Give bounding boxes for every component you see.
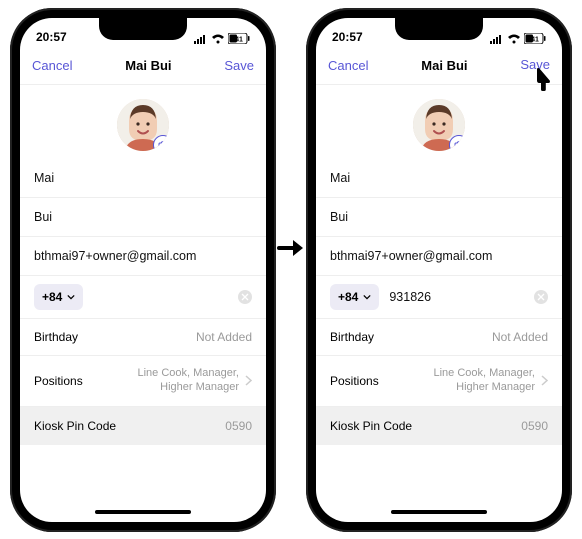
arrow-right-icon [276, 233, 306, 263]
phone-left: 20:57 41 Cancel Mai Bui Save [10, 8, 276, 532]
cancel-button[interactable]: Cancel [328, 58, 368, 73]
page-title: Mai Bui [421, 58, 467, 73]
positions-value: Line Cook, Manager, Higher Manager [405, 367, 535, 395]
first-name-field[interactable]: Mai [20, 159, 266, 198]
status-time: 20:57 [36, 30, 67, 44]
dial-code-picker[interactable]: +84 [330, 284, 379, 310]
birthday-value: Not Added [196, 330, 252, 344]
wifi-icon [507, 34, 521, 44]
phone-row: +84 [20, 276, 266, 319]
battery-icon: 41 [524, 33, 546, 44]
clear-icon[interactable] [238, 290, 252, 304]
chevron-down-icon [67, 293, 75, 301]
notch [99, 18, 187, 40]
kiosk-label: Kiosk Pin Code [330, 419, 412, 433]
kiosk-value: 0590 [521, 419, 548, 433]
positions-label: Positions [34, 374, 83, 388]
chevron-right-icon [245, 375, 252, 386]
chevron-down-icon [363, 293, 371, 301]
kiosk-value: 0590 [225, 419, 252, 433]
birthday-value: Not Added [492, 330, 548, 344]
birthday-row[interactable]: Birthday Not Added [20, 319, 266, 356]
dial-code-value: +84 [42, 290, 62, 304]
birthday-label: Birthday [330, 330, 374, 344]
wifi-icon [211, 34, 225, 44]
signal-icon [194, 34, 208, 44]
nav-bar: Cancel Mai Bui Save [20, 46, 266, 85]
notch [395, 18, 483, 40]
page-title: Mai Bui [125, 58, 171, 73]
email-field[interactable]: bthmai97+owner@gmail.com [316, 237, 562, 276]
svg-text:41: 41 [531, 37, 539, 44]
email-field[interactable]: bthmai97+owner@gmail.com [20, 237, 266, 276]
kiosk-row: Kiosk Pin Code 0590 [316, 407, 562, 445]
home-indicator [391, 510, 487, 514]
birthday-label: Birthday [34, 330, 78, 344]
positions-row[interactable]: Positions Line Cook, Manager, Higher Man… [316, 356, 562, 407]
dial-code-value: +84 [338, 290, 358, 304]
positions-row[interactable]: Positions Line Cook, Manager, Higher Man… [20, 356, 266, 407]
phone-input[interactable]: 931826 [389, 290, 524, 304]
kiosk-label: Kiosk Pin Code [34, 419, 116, 433]
avatar[interactable] [117, 99, 169, 151]
save-button[interactable]: Save [224, 58, 254, 73]
positions-value: Line Cook, Manager, Higher Manager [109, 367, 239, 395]
cancel-button[interactable]: Cancel [32, 58, 72, 73]
last-name-field[interactable]: Bui [316, 198, 562, 237]
camera-icon[interactable] [153, 135, 169, 151]
phone-row: +84 931826 [316, 276, 562, 319]
signal-icon [490, 34, 504, 44]
first-name-field[interactable]: Mai [316, 159, 562, 198]
camera-icon[interactable] [449, 135, 465, 151]
phone-right: 20:57 41 Cancel Mai Bui Save [306, 8, 572, 532]
positions-label: Positions [330, 374, 379, 388]
cursor-icon [529, 67, 553, 91]
clear-icon[interactable] [534, 290, 548, 304]
battery-icon: 41 [228, 33, 250, 44]
nav-bar: Cancel Mai Bui Save [316, 46, 562, 85]
birthday-row[interactable]: Birthday Not Added [316, 319, 562, 356]
svg-text:41: 41 [235, 37, 243, 44]
status-time: 20:57 [332, 30, 363, 44]
dial-code-picker[interactable]: +84 [34, 284, 83, 310]
transition-arrow [276, 8, 306, 488]
avatar[interactable] [413, 99, 465, 151]
home-indicator [95, 510, 191, 514]
chevron-right-icon [541, 375, 548, 386]
kiosk-row: Kiosk Pin Code 0590 [20, 407, 266, 445]
last-name-field[interactable]: Bui [20, 198, 266, 237]
